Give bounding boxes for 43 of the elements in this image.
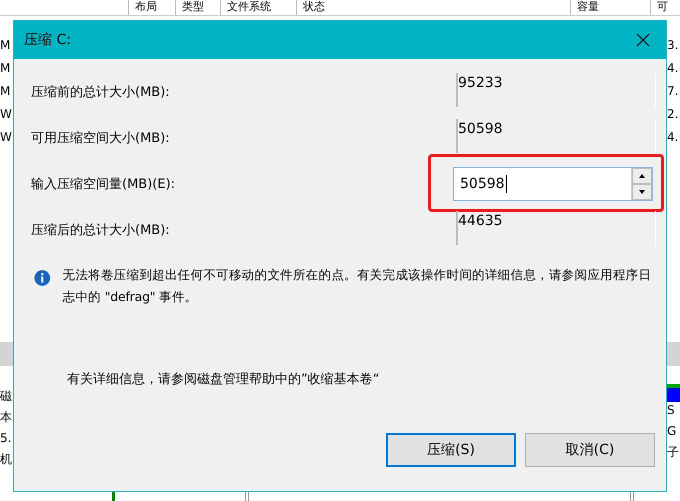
disk-label: 本 [0,409,13,426]
column-header[interactable]: 类型 [175,0,220,15]
info-icon [34,268,51,288]
disk-label: 磁 [0,388,13,405]
cancel-button[interactable]: 取消(C) [525,433,655,467]
field-label: 压缩后的总计大小(MB): [31,222,170,238]
value-field: 50598 [456,119,656,153]
volume-name: W [0,129,13,146]
volume-label: G [667,423,678,440]
volume-header [667,388,680,402]
spin-down-button[interactable] [632,184,652,200]
value-field: 95233 [456,73,656,107]
volume-size: 7. [667,83,680,100]
column-header[interactable]: 状态 [296,0,570,15]
shrink-button[interactable]: 压缩(S) [386,433,516,467]
disk-label: 机 [0,451,13,468]
column-header[interactable]: 容量 [570,0,650,15]
column-header[interactable]: 可 [650,0,680,15]
down-icon [639,190,645,194]
help-text: 有关详细信息，请参阅磁盘管理帮助中的”收缩基本卷“ [67,372,380,387]
field-label: 可用压缩空间大小(MB): [31,130,170,146]
volume-name: M [0,37,12,54]
volume-size: 4. [667,129,680,146]
volume-name: M [0,83,12,100]
spin-up-button[interactable] [632,168,652,184]
volume-label: 子 [667,444,680,461]
volume-size: 2. [667,106,680,123]
field-label: 压缩前的总计大小(MB): [31,84,170,100]
window-title: 压缩 C: [24,31,71,49]
number-field[interactable]: 50598 [453,166,653,200]
volume-size: 3. [667,37,680,54]
up-icon [639,174,645,178]
volume-label: S [667,402,676,419]
column-header[interactable]: 文件系统 [220,0,296,15]
volume-name: M [0,60,12,77]
value-field: 44635 [456,211,656,245]
disk-label: 5. [0,430,12,447]
volume-size: 4. [667,60,680,77]
info-message: 无法将卷压缩到超出任何不可移动的文件所在的点。有关完成该操作时间的详细信息，请参阅应用程序日志中的 "defrag" 事件。 [62,266,652,306]
column-header[interactable]: 布局 [128,0,175,15]
field-label: 输入压缩空间量(MB)(E): [31,176,176,192]
volume-name: W [0,106,13,123]
volume-bar [667,384,680,388]
